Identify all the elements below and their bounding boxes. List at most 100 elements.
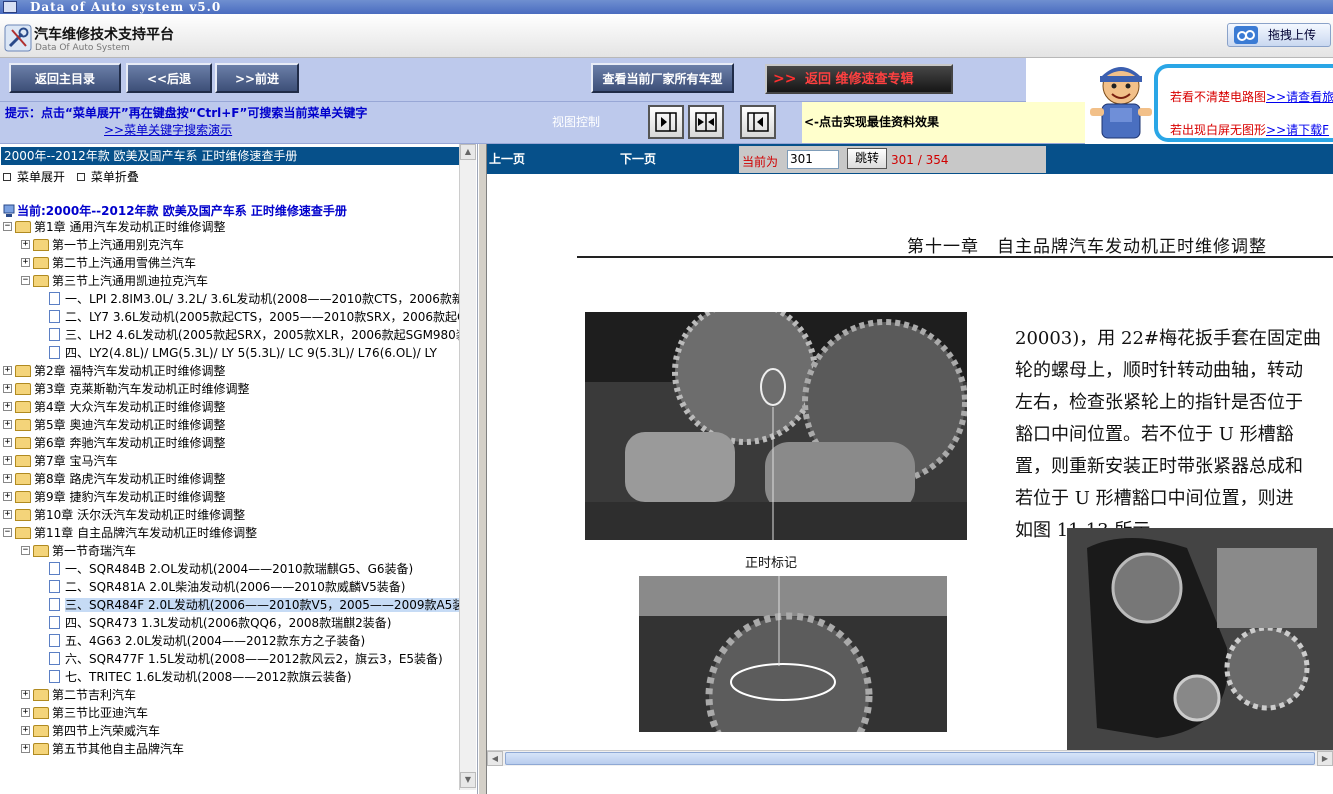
tree-folder-node[interactable]: + 第7章 宝马汽车 [3, 452, 117, 470]
scroll-right-arrow-icon[interactable]: ▶ [1317, 751, 1333, 766]
body-text-line: 左右，检查张紧轮上的指针是否位于 [1015, 392, 1303, 413]
tree-folder-node[interactable]: + 第二节吉利汽车 [21, 686, 136, 704]
collapse-toggle-icon[interactable]: − [3, 528, 12, 537]
expand-toggle-icon[interactable]: + [21, 690, 30, 699]
tree-document-node[interactable]: 三、LH2 4.6L发动机(2005款起SRX，2005款XLR，2006款起S… [49, 326, 459, 344]
home-menu-button[interactable]: 返回主目录 [9, 63, 121, 93]
forward-button[interactable]: >>前进 [215, 63, 299, 93]
help-line-circuit: 若看不清楚电路图>>请查看旅 [1170, 88, 1333, 105]
timing-mark-caption: 正时标记 [745, 556, 798, 571]
tree-folder-node[interactable]: + 第5章 奥迪汽车发动机正时维修调整 [3, 416, 225, 434]
view-split-button[interactable] [688, 105, 724, 139]
collapse-toggle-icon[interactable]: − [3, 222, 12, 231]
expand-toggle-icon[interactable]: + [21, 726, 30, 735]
expand-toggle-icon[interactable]: + [21, 744, 30, 753]
expand-toggle-icon[interactable]: + [3, 438, 12, 447]
tree-folder-node[interactable]: + 第3章 克莱斯勒汽车发动机正时维修调整 [3, 380, 249, 398]
tree-folder-node[interactable]: + 第2章 福特汽车发动机正时维修调整 [3, 362, 225, 380]
tree-folder-node[interactable]: − 第1章 通用汽车发动机正时维修调整 [3, 218, 225, 236]
tree-folder-node[interactable]: − 第11章 自主品牌汽车发动机正时维修调整 [3, 524, 257, 542]
tree-folder-node[interactable]: − 第一节奇瑞汽车 [21, 542, 136, 560]
drag-upload-button[interactable]: 拖拽上传 [1227, 23, 1331, 47]
tree-folder-node[interactable]: + 第五节其他自主品牌汽车 [21, 740, 184, 758]
app-header: 汽车维修技术支持平台 Data Of Auto System 拖拽上传 [0, 14, 1333, 58]
tree-node-label: 第一节上汽通用别克汽车 [52, 238, 185, 252]
page-jump-box: 当前为 301 跳转 301 / 354 [739, 146, 1046, 173]
document-horizontal-scrollbar[interactable]: ◀ ▶ [487, 750, 1333, 766]
tree-document-node[interactable]: 七、TRITEC 1.6L发动机(2008——2012款旗云装备) [49, 668, 352, 686]
collapse-toggle-icon[interactable]: − [21, 276, 30, 285]
expand-toggle-icon[interactable]: + [21, 240, 30, 249]
tree-folder-node[interactable]: + 第三节比亚迪汽车 [21, 704, 148, 722]
tree-node-label: 第二节上汽通用雪佛兰汽车 [52, 256, 197, 270]
expand-toggle-icon[interactable]: + [3, 510, 12, 519]
menu-expand-button[interactable]: 菜单展开 [3, 170, 65, 184]
current-manual-text: 当前:2000年--2012年款 欧美及国产车系 正时维修速查手册 [17, 204, 347, 218]
tree-folder-node[interactable]: − 第三节上汽通用凯迪拉克汽车 [21, 272, 208, 290]
tree-folder-node[interactable]: + 第四节上汽荣威汽车 [21, 722, 160, 740]
page-number-input[interactable]: 301 [787, 150, 839, 169]
tree-node-label: 第5章 奥迪汽车发动机正时维修调整 [34, 418, 226, 432]
expand-toggle-icon[interactable]: + [21, 258, 30, 267]
tree-document-node[interactable]: 六、SQR477F 1.5L发动机(2008——2012款风云2，旗云3，E5装… [49, 650, 443, 668]
all-models-button[interactable]: 查看当前厂家所有车型 [591, 63, 734, 93]
prev-page-link[interactable]: 上一页 [489, 150, 525, 167]
menu-collapse-button[interactable]: 菜单折叠 [76, 170, 139, 184]
folder-icon [15, 526, 31, 539]
tree-document-node[interactable]: 四、SQR473 1.3L发动机(2006款QQ6，2008款瑞麒2装备) [49, 614, 392, 632]
document-icon [49, 616, 60, 629]
help-link-circuit[interactable]: >>请查看旅 [1266, 90, 1333, 104]
tree-vertical-scrollbar[interactable]: ▲ ▼ [459, 144, 476, 790]
tree-folder-node[interactable]: + 第一节上汽通用别克汽车 [21, 236, 184, 254]
search-demo-link[interactable]: >>菜单关键字搜索演示 [104, 121, 232, 138]
scroll-up-arrow-icon[interactable]: ▲ [460, 144, 476, 160]
help-box: 若看不清楚电路图>>请查看旅 若出现白屏无图形>>请下载F [1154, 64, 1333, 142]
document-icon [49, 310, 60, 323]
folder-icon [33, 256, 49, 269]
tree-folder-node[interactable]: + 第二节上汽通用雪佛兰汽车 [21, 254, 196, 272]
expand-toggle-icon[interactable]: + [3, 384, 12, 393]
next-page-link[interactable]: 下一页 [620, 150, 656, 167]
folder-icon [15, 472, 31, 485]
expand-toggle-icon[interactable]: + [3, 366, 12, 375]
jump-button[interactable]: 跳转 [847, 148, 887, 169]
tree-folder-node[interactable]: + 第10章 沃尔沃汽车发动机正时维修调整 [3, 506, 245, 524]
folder-icon [33, 742, 49, 755]
expand-toggle-icon[interactable]: + [21, 708, 30, 717]
view-expand-left-button[interactable] [740, 105, 776, 139]
panel-splitter[interactable] [478, 144, 487, 794]
expand-toggle-icon[interactable]: + [3, 420, 12, 429]
expand-toggle-icon[interactable]: + [3, 474, 12, 483]
scroll-thumb[interactable] [505, 752, 1315, 765]
help-line-blank: 若出现白屏无图形>>请下载F [1170, 121, 1329, 138]
scroll-left-arrow-icon[interactable]: ◀ [487, 751, 503, 766]
tree-folder-node[interactable]: + 第9章 捷豹汽车发动机正时维修调整 [3, 488, 225, 506]
tree-document-node[interactable]: 二、LY7 3.6L发动机(2005款起CTS，2005——2010款SRX，2… [49, 308, 459, 326]
expand-toggle-icon[interactable]: + [3, 492, 12, 501]
app-subtitle: Data Of Auto System [35, 43, 130, 53]
help-link-download[interactable]: >>请下载F [1266, 123, 1329, 137]
split-arrows-icon [695, 112, 717, 132]
collapse-toggle-icon[interactable]: − [21, 546, 30, 555]
tree-folder-node[interactable]: + 第6章 奔驰汽车发动机正时维修调整 [3, 434, 225, 452]
view-expand-right-button[interactable] [648, 105, 684, 139]
tree-document-node[interactable]: 二、SQR481A 2.0L柴油发动机(2006——2010款威麟V5装备) [49, 578, 405, 596]
tree-folder-node[interactable]: + 第4章 大众汽车发动机正时维修调整 [3, 398, 225, 416]
tree-document-node[interactable]: 四、LY2(4.8L)/ LMG(5.3L)/ LY 5(5.3L)/ LC 9… [49, 344, 437, 362]
window-title: Data of Auto system v5.0 [30, 0, 222, 14]
expand-box-icon [3, 172, 11, 181]
window-title-bar[interactable]: Data of Auto system v5.0 [0, 0, 1333, 14]
expand-toggle-icon[interactable]: + [3, 402, 12, 411]
scroll-down-arrow-icon[interactable]: ▼ [460, 772, 476, 788]
expand-toggle-icon[interactable]: + [3, 456, 12, 465]
folder-icon [33, 724, 49, 737]
tree-folder-node[interactable]: + 第8章 路虎汽车发动机正时维修调整 [3, 470, 225, 488]
body-text-line: 轮的螺母上，顺时针转动曲轴，转动 [1015, 360, 1303, 381]
tree-document-node[interactable]: 一、LPI 2.8IM3.0L/ 3.2L/ 3.6L发动机(2008——201… [49, 290, 459, 308]
computer-icon [3, 204, 15, 217]
tree-document-node[interactable]: 五、4G63 2.0L发动机(2004——2012款东方之子装备) [49, 632, 365, 650]
back-button[interactable]: <<后退 [126, 63, 212, 93]
tree-document-node[interactable]: 一、SQR484B 2.OL发动机(2004——2010款瑞麒G5、G6装备) [49, 560, 413, 578]
return-quick-reference-button[interactable]: >> 返回 维修速查专辑 [765, 64, 953, 94]
tree-document-node[interactable]: 三、SQR484F 2.0L发动机(2006——2010款V5，2005——20… [49, 596, 459, 614]
